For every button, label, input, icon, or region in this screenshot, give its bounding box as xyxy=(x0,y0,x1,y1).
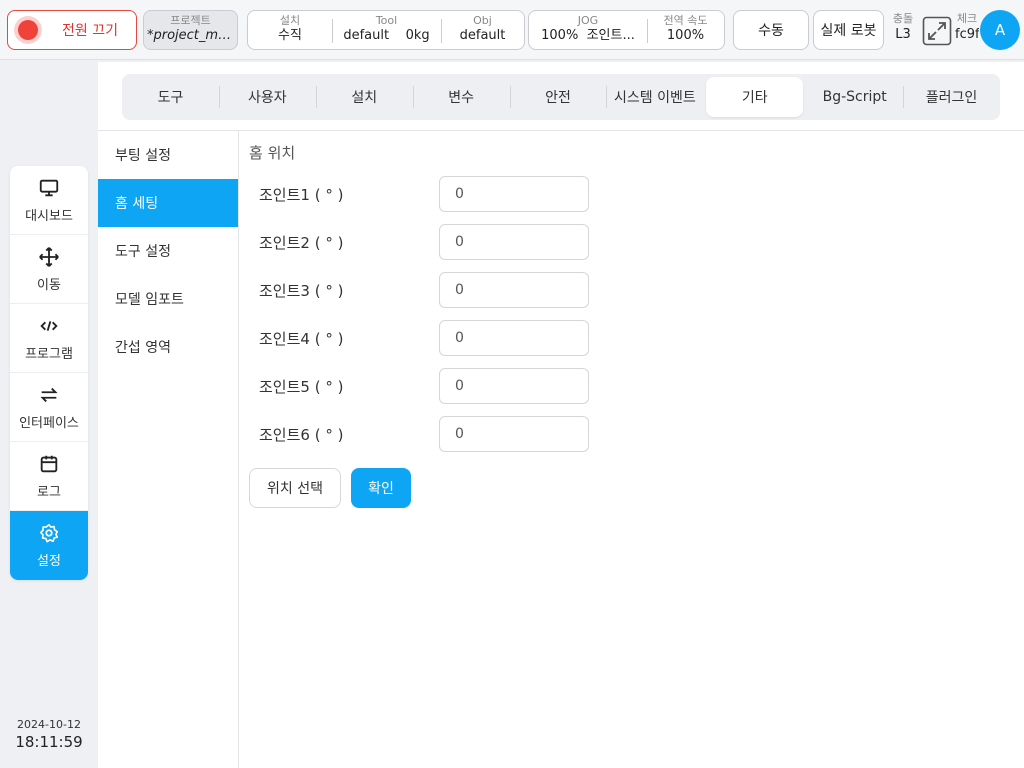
swap-icon xyxy=(40,387,58,402)
joint6-label: 조인트6 ( ° ) xyxy=(259,425,344,444)
joint4-label: 조인트4 ( ° ) xyxy=(259,329,344,348)
jog-label: JOG xyxy=(577,14,599,27)
check-value: fc9f xyxy=(955,27,979,42)
clock-time: 18:11:59 xyxy=(15,733,83,751)
nav-move-label: 이동 xyxy=(37,277,61,293)
joint4-input[interactable] xyxy=(439,320,589,356)
joint2-label: 조인트2 ( ° ) xyxy=(259,233,344,252)
joint-row: 조인트4 ( ° ) xyxy=(259,320,589,356)
obj-label: Obj xyxy=(473,14,492,27)
global-speed-cell[interactable]: 전역 속도 100% xyxy=(647,11,724,49)
project-name: *project_mo... xyxy=(147,28,237,43)
home-setting-content: 홈 위치 조인트1 ( ° ) 조인트2 ( ° ) 조인트3 ( ° ) 조인… xyxy=(249,142,589,508)
tool-label: Tool xyxy=(375,14,398,27)
tab-variables[interactable]: 변수 xyxy=(412,74,510,120)
subnav-model-import[interactable]: 모델 임포트 xyxy=(98,275,238,323)
collision-value: L3 xyxy=(895,27,911,42)
main-nav: 대시보드 이동 프로그램 인터페이스 로그 설정 xyxy=(10,166,88,580)
nav-program[interactable]: 프로그램 xyxy=(10,304,88,373)
joint3-label: 조인트3 ( ° ) xyxy=(259,281,344,300)
collision-label: 충돌 xyxy=(892,12,914,25)
tool-cell[interactable]: Tool default 0kg xyxy=(332,11,441,49)
confirm-button[interactable]: 확인 xyxy=(351,468,411,508)
gear-icon xyxy=(39,523,59,543)
monitor-icon xyxy=(39,179,59,196)
nav-settings-label: 설정 xyxy=(37,554,61,569)
jog-values: 100% 조인트... xyxy=(529,27,647,45)
jog-mode: 조인트... xyxy=(586,28,635,43)
subnav-tool-settings[interactable]: 도구 설정 xyxy=(98,227,238,275)
settings-tabs: 도구 사용자 설치 변수 안전 시스템 이벤트 기타 Bg-Script 플러그… xyxy=(122,74,1000,120)
manual-mode-button[interactable]: 수동 xyxy=(733,10,809,50)
move-icon xyxy=(39,246,59,267)
power-off-label: 전원 끄기 xyxy=(62,23,118,39)
user-avatar[interactable]: A xyxy=(980,10,1020,50)
joint-row: 조인트3 ( ° ) xyxy=(259,272,589,308)
joint3-input[interactable] xyxy=(439,272,589,308)
install-label: 설치 xyxy=(279,14,301,27)
jog-value: 100% xyxy=(541,28,579,43)
obj-cell[interactable]: Obj default xyxy=(441,11,524,49)
joint-row: 조인트2 ( ° ) xyxy=(259,224,589,260)
home-position-title: 홈 위치 xyxy=(249,144,296,162)
tab-bg-script[interactable]: Bg-Script xyxy=(806,74,903,120)
tab-system-events[interactable]: 시스템 이벤트 xyxy=(606,74,703,120)
obj-value: default xyxy=(459,28,506,43)
top-bar: 전원 끄기 프로젝트 *project_mo... 설치 수직 Tool def… xyxy=(0,0,1024,60)
tool-value: default xyxy=(343,28,390,43)
tab-user[interactable]: 사용자 xyxy=(218,74,316,120)
clock-date: 2024-10-12 xyxy=(17,718,81,731)
system-clock: 2024-10-12 18:11:59 xyxy=(0,718,98,751)
power-indicator-icon xyxy=(18,20,38,40)
expand-icon[interactable] xyxy=(922,16,952,46)
nav-interface-label: 인터페이스 xyxy=(19,415,79,431)
tool-weight: 0kg xyxy=(405,28,430,43)
nav-interface[interactable]: 인터페이스 xyxy=(10,373,88,442)
nav-move[interactable]: 이동 xyxy=(10,235,88,304)
tab-install[interactable]: 설치 xyxy=(315,74,413,120)
settings-panel: 도구 사용자 설치 변수 안전 시스템 이벤트 기타 Bg-Script 플러그… xyxy=(98,62,1024,768)
global-speed-label: 전역 속도 xyxy=(663,14,708,27)
nav-log[interactable]: 로그 xyxy=(10,442,88,511)
joint5-label: 조인트5 ( ° ) xyxy=(259,377,344,396)
nav-settings[interactable]: 설정 xyxy=(10,511,88,580)
check-label: 체크 xyxy=(956,12,978,25)
global-speed-value: 100% xyxy=(666,28,705,43)
tool-values: default 0kg xyxy=(332,27,441,45)
nav-dashboard[interactable]: 대시보드 xyxy=(10,166,88,235)
tab-plugins[interactable]: 플러그인 xyxy=(903,74,1000,120)
nav-log-label: 로그 xyxy=(37,484,61,500)
joint1-input[interactable] xyxy=(439,176,589,212)
nav-program-label: 프로그램 xyxy=(25,346,73,362)
joint-row: 조인트6 ( ° ) xyxy=(259,416,589,452)
project-label: 프로젝트 xyxy=(170,14,211,27)
jog-cell[interactable]: JOG 100% 조인트... xyxy=(529,11,647,49)
joint-row: 조인트5 ( ° ) xyxy=(259,368,589,404)
calendar-icon xyxy=(40,455,58,472)
tab-tool[interactable]: 도구 xyxy=(122,74,219,120)
select-position-button[interactable]: 위치 선택 xyxy=(249,468,341,508)
subnav-interference-zone[interactable]: 간섭 영역 xyxy=(98,323,238,371)
sub-navigation: 부팅 설정 홈 세팅 도구 설정 모델 임포트 간섭 영역 xyxy=(98,131,239,768)
real-robot-button[interactable]: 실제 로봇 xyxy=(813,10,884,50)
power-off-button[interactable]: 전원 끄기 xyxy=(7,10,137,50)
joint2-input[interactable] xyxy=(439,224,589,260)
tab-safety[interactable]: 안전 xyxy=(509,74,607,120)
subnav-home-setting[interactable]: 홈 세팅 xyxy=(98,179,238,227)
install-tool-obj-panel[interactable]: 설치 수직 Tool default 0kg Obj default xyxy=(247,10,525,50)
install-value: 수직 xyxy=(278,28,302,43)
nav-dashboard-label: 대시보드 xyxy=(25,208,73,224)
tab-other[interactable]: 기타 xyxy=(706,77,804,117)
jog-speed-panel[interactable]: JOG 100% 조인트... 전역 속도 100% xyxy=(528,10,725,50)
install-cell[interactable]: 설치 수직 xyxy=(248,11,332,49)
collision-status[interactable]: 충돌 L3 xyxy=(889,12,917,44)
joint1-label: 조인트1 ( ° ) xyxy=(259,185,344,204)
joint5-input[interactable] xyxy=(439,368,589,404)
subnav-boot-settings[interactable]: 부팅 설정 xyxy=(98,131,238,179)
code-icon xyxy=(40,320,58,331)
joint6-input[interactable] xyxy=(439,416,589,452)
project-selector[interactable]: 프로젝트 *project_mo... xyxy=(143,10,238,50)
check-status[interactable]: 체크 fc9f xyxy=(955,12,979,44)
joint-row: 조인트1 ( ° ) xyxy=(259,176,589,212)
